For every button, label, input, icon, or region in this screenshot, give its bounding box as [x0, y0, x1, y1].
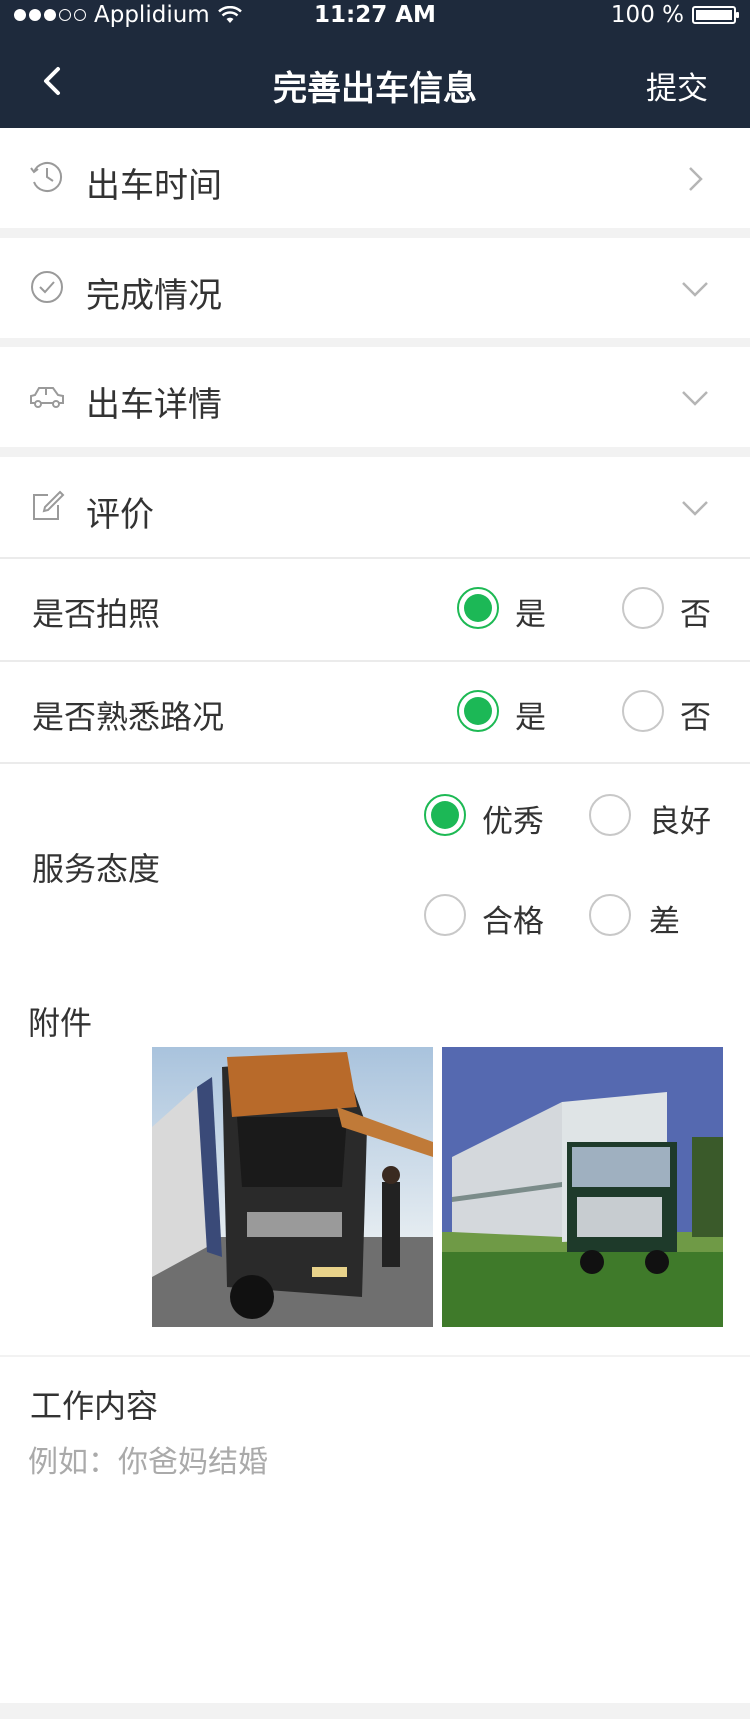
status-bar: Applidium 11:27 AM 100 %: [0, 0, 750, 33]
radio-label-poor: 差: [649, 904, 680, 940]
chevron-down-icon: [682, 282, 708, 297]
attachments-title: 附件: [28, 1004, 93, 1042]
section-departure-time[interactable]: 出车时间: [0, 128, 750, 228]
radio-service-good[interactable]: [589, 794, 631, 836]
radio-label-no: 否: [680, 700, 711, 736]
question-service: 服务态度 优秀 良好 合格 差: [0, 762, 750, 966]
nav-bar: 完善出车信息 提交: [0, 33, 750, 128]
check-circle-icon: [31, 271, 63, 303]
radio-label-yes: 是: [515, 597, 546, 633]
question-photo: 是否拍照 是 否: [0, 557, 750, 660]
radio-label-no: 否: [680, 597, 711, 633]
question-label: 是否熟悉路况: [32, 698, 225, 736]
question-label: 是否拍照: [32, 595, 161, 633]
work-content-input[interactable]: 例如：你爸妈结婚: [28, 1437, 268, 1481]
section-trip-details[interactable]: 出车详情: [0, 347, 750, 447]
section-label: 评价: [86, 495, 154, 535]
radio-photo-yes[interactable]: [457, 587, 499, 629]
attachment-photo[interactable]: [442, 1047, 723, 1327]
section-label: 出车详情: [86, 385, 222, 425]
radio-label-yes: 是: [515, 700, 546, 736]
radio-road-yes[interactable]: [457, 690, 499, 732]
section-completion[interactable]: 完成情况: [0, 238, 750, 338]
radio-label-good: 良好: [649, 804, 711, 840]
question-road: 是否熟悉路况 是 否: [0, 660, 750, 763]
chevron-down-icon: [682, 391, 708, 406]
page-title: 完善出车信息: [273, 69, 477, 109]
radio-service-excellent[interactable]: [424, 794, 466, 836]
battery-percent: 100 %: [610, 2, 684, 28]
radio-road-no[interactable]: [622, 690, 664, 732]
radio-label-pass: 合格: [482, 904, 544, 940]
section-label: 出车时间: [86, 166, 222, 206]
chevron-down-icon: [682, 501, 708, 516]
radio-label-excellent: 优秀: [482, 804, 544, 840]
attachment-photo[interactable]: [152, 1047, 433, 1327]
edit-icon: [33, 490, 65, 520]
question-label: 服务态度: [32, 850, 161, 888]
section-evaluation[interactable]: 评价: [0, 457, 750, 557]
battery-icon: [692, 6, 739, 24]
chevron-right-icon: [689, 167, 703, 191]
clock-icon: [30, 162, 62, 192]
radio-photo-no[interactable]: [622, 587, 664, 629]
status-right: 100 %: [610, 2, 739, 28]
section-label: 完成情况: [86, 276, 222, 316]
radio-service-poor[interactable]: [589, 894, 631, 936]
work-content-title: 工作内容: [30, 1387, 159, 1425]
radio-service-pass[interactable]: [424, 894, 466, 936]
car-icon: [30, 387, 64, 408]
submit-button[interactable]: 提交: [646, 63, 708, 108]
